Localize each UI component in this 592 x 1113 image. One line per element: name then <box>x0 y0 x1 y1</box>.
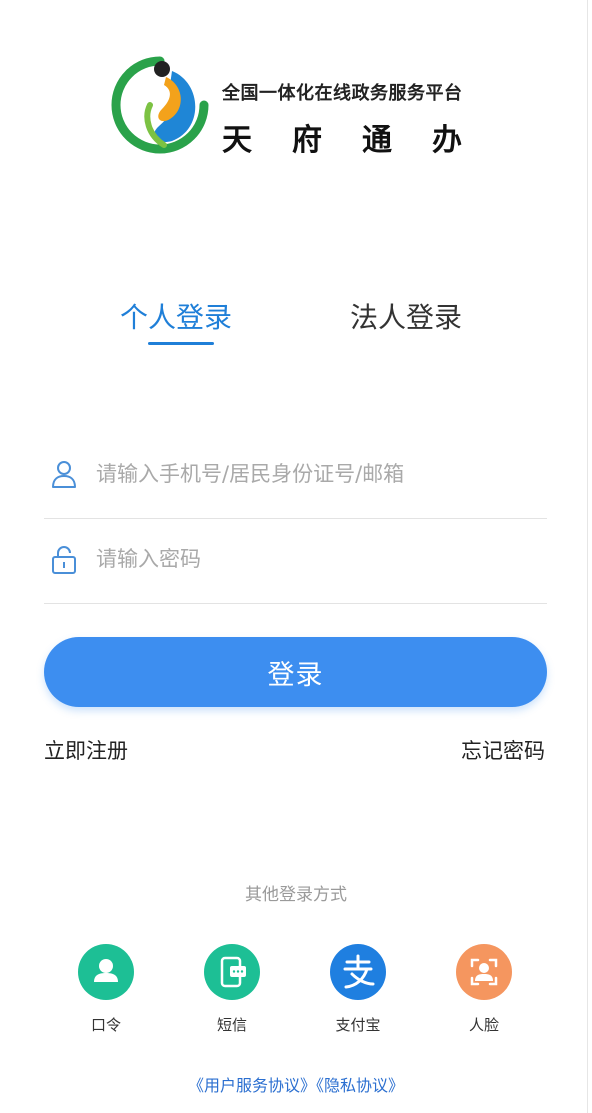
password-input[interactable] <box>96 541 536 577</box>
login-button[interactable]: 登录 <box>44 637 547 707</box>
edge-divider <box>587 0 588 1113</box>
user-service-agreement-link[interactable]: 《用户服务协议》 <box>188 1076 316 1095</box>
app-logo-icon <box>111 56 209 154</box>
user-icon <box>52 461 76 488</box>
login-method-face[interactable]: 人脸 <box>444 944 524 1035</box>
method-label-face: 人脸 <box>468 1016 499 1034</box>
method-label-passcode: 口令 <box>90 1016 121 1034</box>
face-circle <box>456 944 512 1000</box>
app-header: 全国一体化在线政务服务平台 天府通办 <box>110 55 480 165</box>
tab-personal-login[interactable]: 个人登录 <box>120 296 232 336</box>
lock-icon <box>52 546 76 574</box>
passcode-circle <box>78 944 134 1000</box>
alipay-icon <box>343 954 375 989</box>
app-title: 天府通办 <box>222 123 502 158</box>
register-link[interactable]: 立即注册 <box>44 735 128 765</box>
login-tabs: 个人登录 法人登录 <box>0 296 592 356</box>
sms-icon <box>220 956 246 988</box>
face-icon <box>470 958 498 986</box>
password-field <box>44 517 547 604</box>
platform-subtitle: 全国一体化在线政务服务平台 <box>222 83 463 104</box>
agreement-links: 《用户服务协议》《隐私协议》 <box>0 1072 592 1096</box>
sms-circle <box>204 944 260 1000</box>
login-method-alipay[interactable]: 支付宝 <box>318 944 398 1035</box>
other-login-title: 其他登录方式 <box>245 885 347 905</box>
alipay-circle <box>330 944 386 1000</box>
login-method-sms[interactable]: 短信 <box>192 944 272 1035</box>
forgot-password-link[interactable]: 忘记密码 <box>461 735 545 765</box>
user-icon <box>94 959 118 982</box>
method-label-alipay: 支付宝 <box>335 1016 381 1034</box>
tab-legal-login[interactable]: 法人登录 <box>350 296 462 336</box>
method-label-sms: 短信 <box>216 1016 247 1034</box>
account-field <box>44 432 547 519</box>
account-input[interactable] <box>96 456 536 492</box>
active-tab-indicator <box>148 342 214 345</box>
privacy-agreement-link[interactable]: 《隐私协议》 <box>316 1076 404 1095</box>
login-page: 全国一体化在线政务服务平台 天府通办 个人登录 法人登录 登录 立即注册 忘记密… <box>0 0 592 1113</box>
login-method-passcode[interactable]: 口令 <box>66 944 146 1035</box>
